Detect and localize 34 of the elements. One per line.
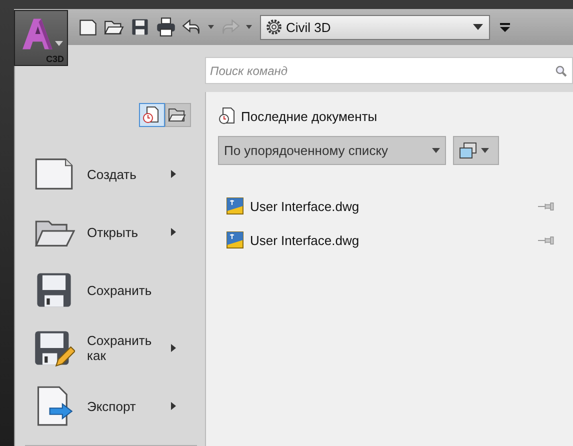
file-link[interactable]: User Interface.dwg — [250, 232, 538, 248]
new-document-icon[interactable] — [78, 17, 98, 37]
caret-icon — [473, 24, 483, 30]
recent-documents-button[interactable] — [139, 103, 165, 127]
product-label: C3D — [46, 54, 64, 64]
section-title: Последние документы — [241, 108, 378, 124]
windows-icon — [459, 142, 477, 160]
caret-icon — [432, 148, 440, 153]
drawing-file-icon — [226, 197, 244, 215]
printer-icon[interactable] — [156, 17, 176, 37]
menu-item[interactable]: Сохранить как — [25, 319, 197, 377]
menu-item[interactable]: Экспорт — [25, 377, 197, 435]
workspace-dropdown[interactable]: Civil 3D — [260, 14, 490, 40]
gear-icon — [265, 18, 283, 36]
menu-item[interactable]: Создать — [25, 145, 197, 203]
submenu-arrow-icon — [171, 228, 176, 236]
recent-documents-icon — [218, 107, 236, 125]
file-link[interactable]: User Interface.dwg — [250, 198, 538, 214]
menu-item[interactable]: Сохранить — [25, 261, 197, 319]
menu-item[interactable]: Открыть — [25, 203, 197, 261]
submenu-arrow-icon — [171, 402, 176, 410]
caret-icon — [481, 148, 489, 153]
customize-toolbar-icon[interactable] — [500, 22, 510, 32]
open-documents-button[interactable] — [165, 103, 191, 127]
sort-dropdown[interactable]: По упорядоченному списку — [218, 136, 446, 165]
submenu-arrow-icon — [171, 170, 176, 178]
search-field[interactable]: Поиск команд — [205, 57, 573, 84]
drawing-file-icon — [226, 231, 244, 249]
search-icon[interactable] — [555, 64, 567, 76]
dropdown-arrow-icon[interactable] — [208, 25, 214, 29]
submenu-arrow-icon — [171, 344, 176, 352]
search-input[interactable]: Поиск команд — [206, 62, 550, 78]
dropdown-arrow-icon[interactable] — [246, 25, 252, 29]
view-dropdown[interactable] — [453, 136, 499, 165]
